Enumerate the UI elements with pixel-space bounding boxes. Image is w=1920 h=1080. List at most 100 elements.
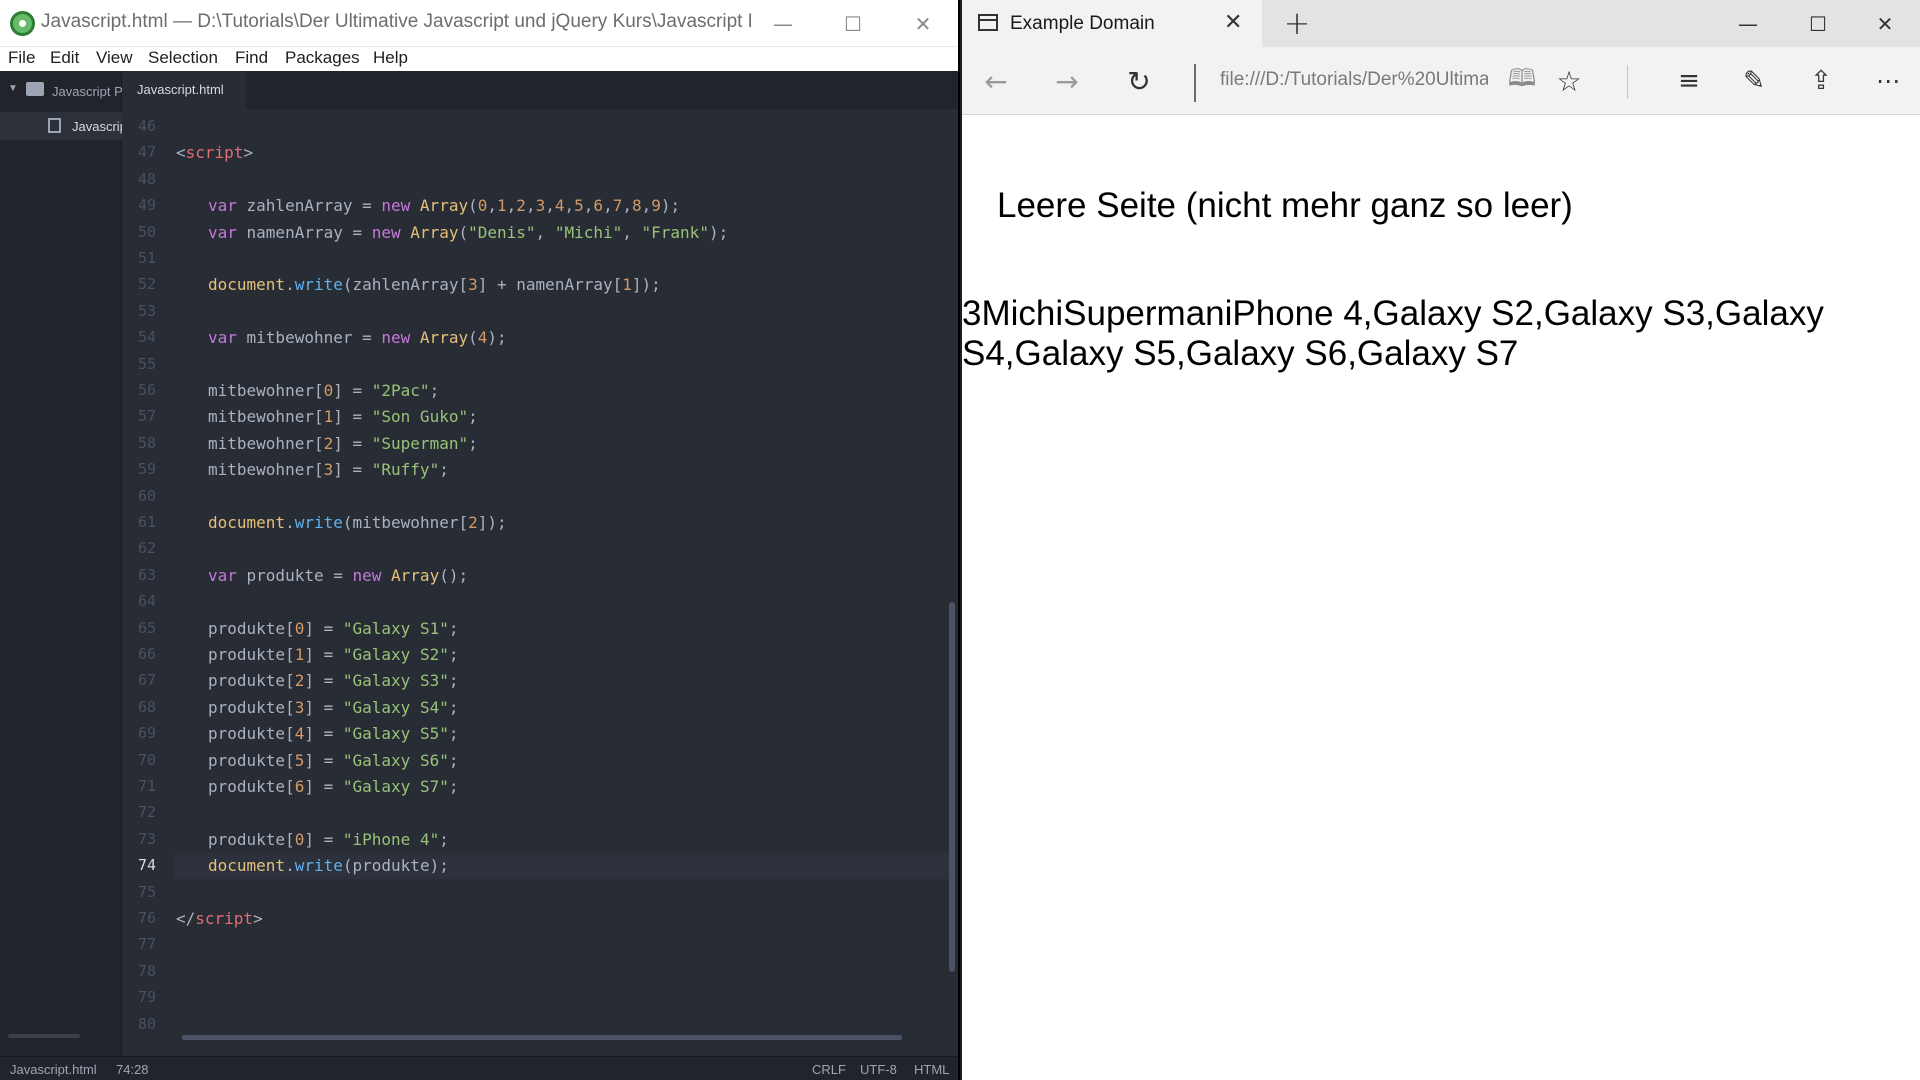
code-token: var (208, 196, 247, 216)
menu-file[interactable]: File (8, 48, 35, 68)
edge-maximize-button[interactable]: ☐ (1783, 0, 1853, 47)
reading-view-icon[interactable]: 🕮 (1500, 61, 1544, 101)
edge-minimize-button[interactable]: — (1713, 0, 1783, 47)
tab-javascript-html[interactable]: Javascript.html (122, 71, 246, 109)
edge-close-button[interactable]: ✕ (1850, 0, 1920, 47)
line-number: 74 (137, 856, 156, 875)
edge-tab-example-domain[interactable]: Example Domain ✕ (962, 0, 1262, 47)
tree-root-folder[interactable]: ▼ Javascript P (0, 81, 122, 103)
line-number: 56 (137, 381, 156, 399)
refresh-icon[interactable]: ↻ (1117, 61, 1161, 101)
code-line: produkte[3] = "Galaxy S4"; (208, 698, 458, 717)
code-token: 8 (631, 196, 642, 216)
code-token: ; (448, 750, 459, 770)
web-note-icon[interactable]: ✎ (1732, 61, 1776, 101)
atom-maximize-button[interactable]: ☐ (818, 0, 888, 47)
line-number: 58 (137, 433, 156, 452)
tree-file-item[interactable]: Javascrip (0, 112, 122, 140)
line-number: 62 (137, 539, 156, 558)
editor-horizontal-scrollbar[interactable] (182, 1035, 902, 1040)
new-tab-button[interactable]: + (1272, 4, 1322, 44)
chevron-down-icon: ▼ (8, 83, 18, 94)
address-bar-separator (1194, 64, 1196, 102)
edge-tab-strip: Example Domain ✕ + — ☐ ✕ (962, 0, 1920, 47)
more-icon[interactable]: ⋯ (1866, 61, 1910, 101)
code-token: = (352, 222, 372, 242)
code-token: ); (487, 328, 507, 348)
code-token: "Frank" (641, 222, 709, 242)
back-arrow-icon[interactable]: ← (974, 61, 1018, 101)
status-cursor-position[interactable]: 74:28 (116, 1062, 149, 1077)
code-token: 0 (477, 196, 488, 216)
menu-view[interactable]: View (96, 48, 133, 68)
menu-help[interactable]: Help (373, 48, 408, 68)
status-file-name[interactable]: Javascript.html (10, 1062, 97, 1077)
code-token: 5 (294, 750, 305, 770)
line-number: 73 (137, 829, 156, 848)
code-token: 1 (622, 275, 632, 295)
code-editor[interactable]: <script> var zahlenArray = new Array(0,1,… (164, 109, 958, 1056)
tree-scrollbar[interactable] (8, 1034, 80, 1038)
code-token: "Galaxy S3" (342, 671, 449, 691)
close-icon: ✕ (914, 11, 932, 36)
menu-find[interactable]: Find (235, 48, 268, 68)
hub-icon[interactable]: ≡ (1667, 61, 1711, 101)
menu-packages[interactable]: Packages (285, 48, 360, 68)
atom-menubar: File Edit View Selection Find Packages H… (0, 47, 958, 71)
status-line-ending[interactable]: CRLF (812, 1062, 846, 1077)
code-token: script (195, 909, 254, 928)
code-line: produkte[0] = "Galaxy S1"; (208, 619, 458, 638)
code-line: document.write(zahlenArray[3] + namenArr… (208, 275, 661, 294)
tab-close-icon[interactable]: ✕ (1224, 10, 1242, 35)
page-heading: Leere Seite (nicht mehr ganz so leer) (997, 186, 1573, 225)
code-token: , (622, 222, 642, 242)
line-number: 61 (137, 513, 156, 531)
menu-selection[interactable]: Selection (148, 48, 218, 68)
code-token: "Galaxy S7" (342, 777, 449, 796)
address-bar[interactable]: file:///D:/Tutorials/Der%20Ultima (1220, 69, 1488, 91)
code-token: 2 (468, 513, 478, 532)
menu-edit[interactable]: Edit (50, 48, 79, 68)
line-number: 59 (137, 460, 156, 479)
code-token: , (525, 196, 536, 216)
code-token: 7 (612, 196, 623, 216)
code-token: var (208, 328, 247, 348)
code-token: ]); (631, 275, 661, 295)
code-token: "Denis" (468, 222, 536, 242)
code-token: > (243, 143, 254, 163)
code-token: "2Pac" (371, 381, 430, 400)
code-token: produkte[ (208, 697, 295, 717)
status-encoding[interactable]: UTF-8 (860, 1062, 897, 1077)
code-token: "iPhone 4" (342, 829, 440, 849)
code-token: </ (176, 909, 196, 928)
code-token: 9 (651, 196, 661, 216)
line-number-gutter: 46 47 48 49 50 51 52 53 54 55 56 57 58 59 60 61 62 63 64 65… (122, 109, 164, 1056)
code-token: 1 (497, 196, 507, 216)
file-icon (48, 118, 61, 133)
code-line: produkte[4] = "Galaxy S5"; (208, 724, 458, 743)
code-token: document (208, 275, 286, 295)
status-grammar[interactable]: HTML (914, 1062, 949, 1077)
atom-minimize-button[interactable]: — (748, 0, 818, 47)
forward-arrow-icon[interactable]: → (1045, 61, 1089, 101)
code-token: namenArray (246, 222, 353, 242)
line-number: 68 (137, 697, 156, 716)
line-number: 76 (137, 909, 156, 927)
code-token: ] = (333, 433, 372, 453)
code-line: produkte[6] = "Galaxy S7"; (208, 777, 458, 796)
code-token: , (622, 196, 632, 216)
editor-vertical-scrollbar[interactable] (949, 602, 955, 972)
code-line: <script> (176, 143, 253, 162)
star-icon[interactable]: ☆ (1547, 61, 1591, 101)
code-token: Array (419, 196, 469, 216)
atom-titlebar[interactable]: Javascript.html — D:\Tutorials\Der Ultim… (0, 0, 958, 47)
code-token: "Superman" (371, 433, 469, 453)
code-line: document.write(produkte); (208, 856, 449, 875)
close-icon: ✕ (1876, 11, 1894, 36)
code-token: (mitbewohner[ (342, 513, 469, 532)
line-number: 47 (137, 143, 156, 162)
code-token: "Galaxy S6" (342, 750, 449, 770)
share-icon[interactable]: ⇪ (1799, 61, 1843, 101)
atom-close-button[interactable]: ✕ (888, 0, 958, 47)
code-token: produkte[ (208, 724, 295, 744)
